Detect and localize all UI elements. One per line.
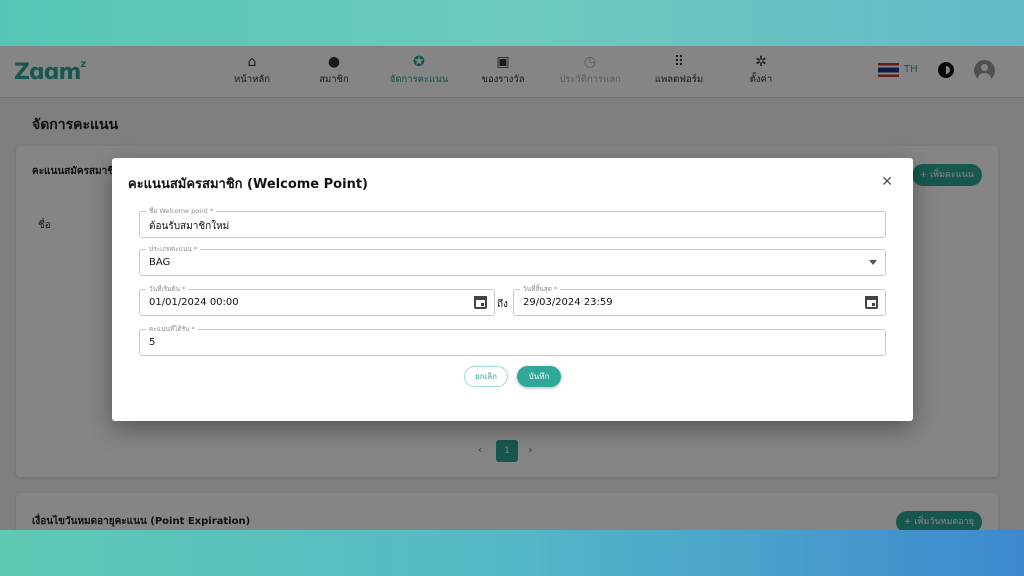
frame-top-band: [0, 0, 1024, 46]
end-date-value: 29/03/2024 23:59: [523, 297, 613, 308]
points-received-field[interactable]: คะแนนที่ได้รับ * 5: [139, 324, 886, 356]
welcome-point-dialog: คะแนนสมัครสมาชิก (Welcome Point) ✕ ชื่อ …: [112, 158, 913, 421]
name-field-value: ต้อนรับสมาชิกใหม่: [149, 221, 230, 232]
points-field-label: คะแนนที่ได้รับ *: [146, 324, 198, 334]
close-icon[interactable]: ✕: [881, 174, 893, 190]
name-field-label: ชื่อ Welcome point *: [146, 206, 217, 216]
calendar-icon[interactable]: [474, 296, 487, 309]
frame-bottom-band: [0, 530, 1024, 576]
app-window: Zɑɑmz ⌂ หน้าหลัก ● สมาชิก ✪ จัดการคะแนน …: [0, 46, 1024, 530]
welcome-point-name-field[interactable]: ชื่อ Welcome point * ต้อนรับสมาชิกใหม่: [139, 206, 886, 238]
end-date-field[interactable]: วันที่สิ้นสุด * 29/03/2024 23:59: [513, 284, 886, 316]
start-date-label: วันที่เริ่มต้น *: [146, 284, 189, 294]
calendar-icon[interactable]: [865, 296, 878, 309]
type-field-value: BAG: [149, 257, 171, 268]
start-date-field[interactable]: วันที่เริ่มต้น * 01/01/2024 00:00: [139, 284, 495, 316]
start-date-value: 01/01/2024 00:00: [149, 297, 239, 308]
save-button[interactable]: บันทึก: [517, 366, 561, 387]
dropdown-arrow-icon: [869, 260, 877, 265]
date-range-to-label: ถึง: [497, 299, 508, 310]
points-field-value: 5: [149, 337, 156, 348]
point-type-select[interactable]: ประเภทคะแนน * BAG: [139, 244, 886, 276]
cancel-button[interactable]: ยกเลิก: [464, 366, 508, 387]
type-field-label: ประเภทคะแนน *: [146, 244, 201, 254]
dialog-title: คะแนนสมัครสมาชิก (Welcome Point): [128, 177, 368, 192]
end-date-label: วันที่สิ้นสุด *: [520, 284, 561, 294]
